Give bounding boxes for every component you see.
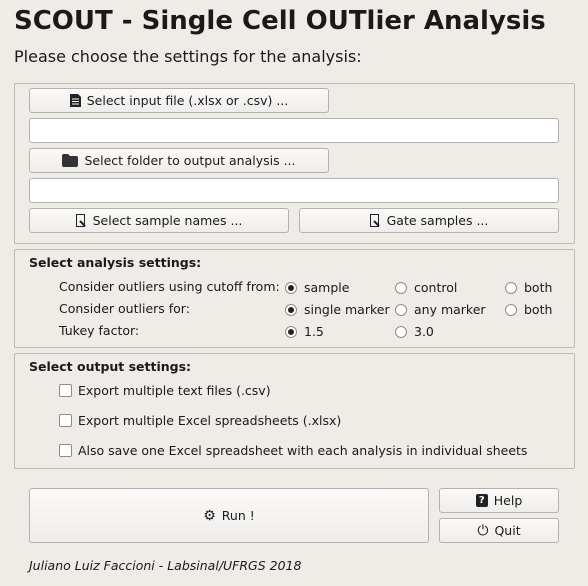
quit-button[interactable]: ⏻ Quit — [439, 518, 559, 543]
radio-button[interactable] — [395, 281, 407, 294]
help-button[interactable]: ? Help — [439, 488, 559, 513]
output-folder-path[interactable] — [29, 178, 559, 203]
gate-samples-label: Gate samples ... — [386, 213, 489, 228]
gate-samples-button[interactable]: Gate samples ... — [299, 208, 559, 233]
run-label: Run ! — [221, 508, 255, 523]
gears-icon: ⚙ — [203, 507, 216, 524]
analysis-row-label: Tukey factor: — [59, 323, 140, 338]
checkbox-label: Also save one Excel spreadsheet with eac… — [78, 443, 528, 458]
radio-label: 1.5 — [304, 324, 324, 339]
subtitle: Please choose the settings for the analy… — [14, 47, 362, 66]
footer-credit: Juliano Luiz Faccioni - Labsinal/UFRGS 2… — [29, 558, 302, 573]
radio-label: single marker — [304, 302, 390, 317]
radio-label: control — [414, 280, 458, 295]
app-title: SCOUT - Single Cell OUTlier Analysis — [14, 6, 546, 36]
checkbox[interactable] — [59, 384, 72, 397]
output-title: Select output settings: — [29, 359, 192, 374]
select-output-folder-button[interactable]: Select folder to output analysis ... — [29, 148, 329, 173]
checkbox[interactable] — [59, 414, 72, 427]
radio-option[interactable]: both — [505, 280, 552, 295]
radio-option[interactable]: both — [505, 302, 552, 317]
folder-icon — [62, 154, 79, 167]
radio-option[interactable]: single marker — [285, 302, 390, 317]
radio-option[interactable]: 1.5 — [285, 324, 324, 339]
radio-button[interactable] — [285, 281, 297, 294]
select-sample-names-label: Select sample names ... — [92, 213, 243, 228]
power-icon: ⏻ — [477, 522, 489, 539]
output-checkbox-option[interactable]: Export multiple text files (.csv) — [59, 383, 271, 398]
document-search-icon — [369, 213, 380, 227]
file-icon — [69, 94, 81, 107]
checkbox-label: Export multiple text files (.csv) — [78, 383, 271, 398]
radio-option[interactable]: control — [395, 280, 457, 295]
radio-label: both — [524, 302, 553, 317]
checkbox-label: Export multiple Excel spreadsheets (.xls… — [78, 413, 342, 428]
output-checkbox-option[interactable]: Also save one Excel spreadsheet with eac… — [59, 443, 527, 458]
output-checkbox-option[interactable]: Export multiple Excel spreadsheets (.xls… — [59, 413, 341, 428]
radio-option[interactable]: sample — [285, 280, 349, 295]
select-sample-names-button[interactable]: Select sample names ... — [29, 208, 289, 233]
radio-button[interactable] — [505, 303, 517, 316]
analysis-title: Select analysis settings: — [29, 255, 202, 270]
document-search-icon — [75, 213, 86, 227]
select-output-folder-label: Select folder to output analysis ... — [84, 153, 296, 168]
quit-label: Quit — [494, 523, 521, 538]
help-icon: ? — [475, 494, 488, 507]
radio-button[interactable] — [285, 325, 297, 338]
radio-label: 3.0 — [414, 324, 434, 339]
radio-label: sample — [304, 280, 350, 295]
radio-option[interactable]: any marker — [395, 302, 486, 317]
input-file-path[interactable] — [29, 118, 559, 143]
radio-button[interactable] — [285, 303, 297, 316]
select-input-file-button[interactable]: Select input file (.xlsx or .csv) ... — [29, 88, 329, 113]
help-label: Help — [493, 493, 523, 508]
radio-button[interactable] — [505, 281, 517, 294]
select-input-file-label: Select input file (.xlsx or .csv) ... — [86, 93, 289, 108]
radio-button[interactable] — [395, 325, 407, 338]
radio-label: any marker — [414, 302, 486, 317]
checkbox[interactable] — [59, 444, 72, 457]
radio-label: both — [524, 280, 553, 295]
radio-option[interactable]: 3.0 — [395, 324, 434, 339]
run-button[interactable]: ⚙ Run ! — [29, 488, 429, 543]
radio-button[interactable] — [395, 303, 407, 316]
analysis-row-label: Consider outliers using cutoff from: — [59, 279, 280, 294]
analysis-row-label: Consider outliers for: — [59, 301, 190, 316]
